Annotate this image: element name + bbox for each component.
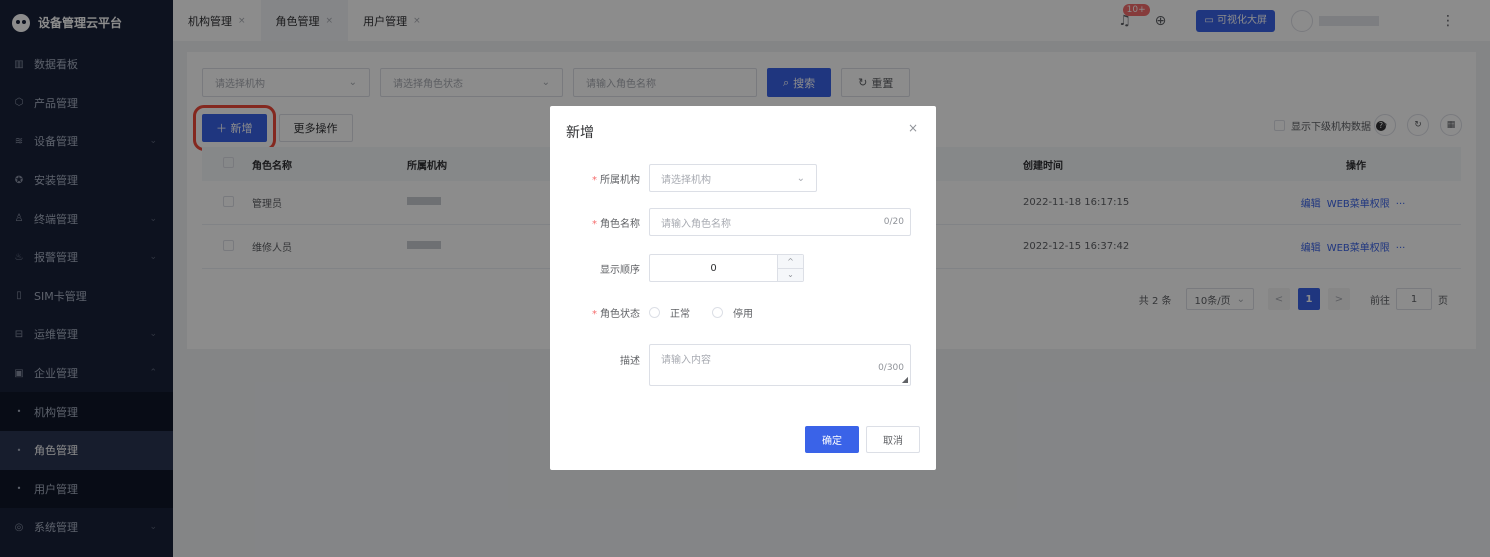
form-row-order: 显示顺序 0 ^ ⌄ [550,254,804,282]
status-radio-disabled[interactable]: 停用 [712,305,753,320]
increment-icon[interactable]: ^ [778,255,803,269]
role-name-char-count: 0/20 [883,217,904,227]
decrement-icon[interactable]: ⌄ [778,268,803,281]
confirm-button[interactable]: 确定 [805,426,859,453]
status-disabled-label: 停用 [733,309,753,320]
order-value: 0 [710,262,717,274]
resize-handle-icon[interactable]: ◢ [902,375,908,384]
form-row-status: * 角色状态 正常 停用 [550,305,775,320]
order-stepper[interactable]: 0 ^ ⌄ [649,254,804,282]
role-name-field[interactable]: 请输入角色名称 0/20 [649,208,911,236]
role-name-field-label: * 角色名称 [550,215,649,230]
close-icon[interactable]: × [908,121,918,135]
radio-circle[interactable] [712,307,723,318]
status-radio-normal[interactable]: 正常 [649,305,690,320]
stepper-buttons: ^ ⌄ [777,255,803,281]
description-textarea[interactable]: 请输入内容 0/300 ◢ [649,344,911,386]
required-mark: * [592,174,597,186]
required-mark: * [592,309,597,320]
description-char-count: 0/300 [878,363,904,373]
description-placeholder: 请输入内容 [661,355,711,366]
description-field-label: 描述 [620,356,640,367]
order-field-label: 显示顺序 [600,264,640,276]
chevron-down-icon: ⌄ [796,172,805,184]
radio-circle[interactable] [649,307,660,318]
org-select-field[interactable]: 请选择机构 ⌄ [649,164,817,192]
role-name-label-text: 角色名称 [600,218,640,230]
org-select-field-placeholder: 请选择机构 [661,174,711,186]
status-field-label: * 角色状态 [550,305,649,320]
cancel-button[interactable]: 取消 [866,426,920,453]
form-row-description: 描述 请输入内容 0/300 ◢ [550,344,911,386]
required-mark: * [592,218,597,230]
status-label-text: 角色状态 [600,309,640,320]
role-name-field-placeholder: 请输入角色名称 [661,218,731,230]
form-row-org: * 所属机构 请选择机构 ⌄ [550,164,817,192]
add-role-dialog: 新增 × * 所属机构 请选择机构 ⌄ * 角色名称 请输入角色名称 0/20 显示… [550,106,936,470]
dialog-title: 新增 [566,125,594,141]
status-normal-label: 正常 [670,309,690,320]
form-row-role-name: * 角色名称 请输入角色名称 0/20 [550,208,911,236]
org-label-text: 所属机构 [600,174,640,186]
org-field-label: * 所属机构 [550,171,649,186]
